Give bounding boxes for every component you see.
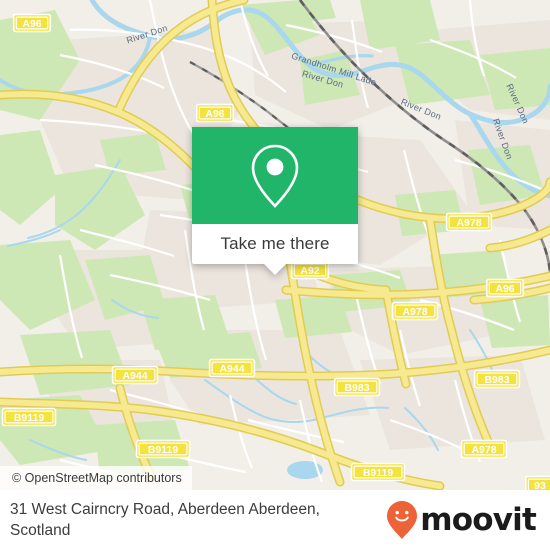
osm-attribution: © OpenStreetMap contributors <box>0 466 192 490</box>
popup-footer[interactable]: Take me there <box>192 224 358 275</box>
road-shield: B9119 <box>135 439 191 459</box>
address-label: 31 West Cairncry Road, Aberdeen Aberdeen… <box>10 501 320 539</box>
footer-bar: 31 West Cairncry Road, Aberdeen Aberdeen… <box>0 490 550 550</box>
road-shield-label: A96 <box>495 283 514 295</box>
map-pin-icon <box>248 143 302 209</box>
road-shield: B983 <box>333 377 381 397</box>
road-shield: A978 <box>391 301 439 321</box>
road-shield: A96 <box>195 103 235 123</box>
map-popup-callout[interactable]: Take me there <box>192 127 358 275</box>
road-shield: B983 <box>473 369 521 389</box>
road-shield: A92 <box>290 260 330 280</box>
road-shield-label: B9119 <box>148 444 179 456</box>
road-shield-label: A978 <box>471 444 496 456</box>
moovit-logo[interactable]: moovit <box>386 500 537 540</box>
road-shield-label: A978 <box>402 306 427 318</box>
moovit-wordmark: moovit <box>420 501 537 538</box>
road-shield-label: A96 <box>22 18 41 30</box>
moovit-smiley-pin-icon <box>386 500 418 540</box>
road-shield: B9119 <box>350 462 406 482</box>
popup-header <box>192 127 358 224</box>
road-shield: A978 <box>460 439 508 459</box>
road-shield-label: A944 <box>122 370 147 382</box>
road-shield: A944 <box>111 365 159 385</box>
road-shield: A96 <box>485 278 525 298</box>
road-shield-label: A944 <box>219 363 244 375</box>
road-shield-label: B983 <box>344 382 369 394</box>
road-shield: A96 <box>12 13 52 33</box>
road-shield-label: B9119 <box>14 412 45 424</box>
popup-tail <box>264 264 286 275</box>
road-shield-label: B9119 <box>363 467 394 479</box>
road-shield-label: 93 <box>534 480 546 490</box>
road-shield: A944 <box>208 358 256 378</box>
road-shield-label: A92 <box>300 265 319 277</box>
road-shield: A978 <box>445 212 493 232</box>
road-shield-label: A96 <box>205 108 224 120</box>
road-shield: 93 <box>525 475 550 490</box>
moovit-map-share-card: River Don River Don River Don River Don Rive… <box>0 0 550 550</box>
road-shield: B9119 <box>1 407 57 427</box>
road-shield-label: A978 <box>456 217 481 229</box>
take-me-there-button[interactable]: Take me there <box>220 234 329 254</box>
road-shield-label: B983 <box>484 374 509 386</box>
